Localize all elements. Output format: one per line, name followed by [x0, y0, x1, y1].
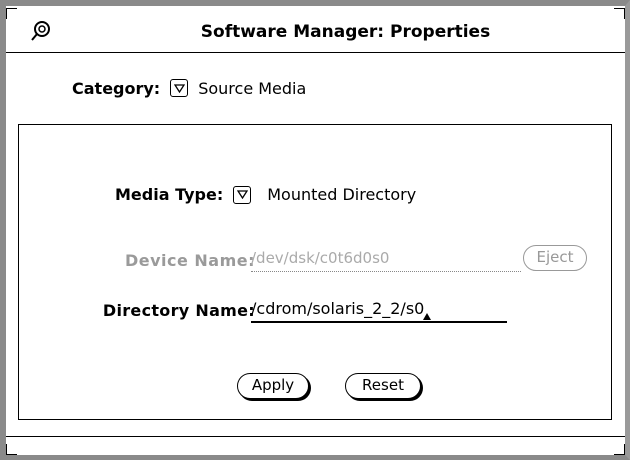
- text-caret-icon: [423, 313, 432, 320]
- directory-name-input[interactable]: /cdrom/solaris_2_2/s0: [251, 299, 507, 323]
- menu-triangle-icon: [236, 190, 248, 199]
- media-type-control: Media Type: Mounted Directory: [115, 185, 416, 204]
- category-label: Category:: [72, 78, 161, 98]
- resize-corner-bottom-left[interactable]: [6, 444, 17, 455]
- footer-divider: [6, 436, 625, 437]
- eject-button: Eject: [523, 245, 587, 271]
- category-value: Source Media: [198, 78, 307, 98]
- title-bar[interactable]: Software Manager: Properties: [6, 6, 625, 56]
- media-type-menu-button[interactable]: [233, 185, 252, 204]
- device-name-field: /dev/dsk/c0t6d0s0: [251, 249, 521, 272]
- category-control: Category: Source Media: [72, 76, 306, 100]
- window-title: Software Manager: Properties: [200, 22, 491, 42]
- menu-triangle-icon: [173, 83, 185, 93]
- category-menu-button[interactable]: [170, 79, 189, 97]
- directory-name-value: /cdrom/solaris_2_2/s0: [251, 299, 425, 318]
- reset-button[interactable]: Reset: [345, 373, 421, 399]
- source-media-panel: Media Type: Mounted Directory Device Nam…: [18, 124, 612, 420]
- device-name-label: Device Name:: [124, 251, 255, 270]
- properties-window: Software Manager: Properties Category: S…: [0, 0, 630, 460]
- resize-corner-bottom-right[interactable]: [614, 444, 625, 455]
- media-type-label: Media Type:: [115, 185, 224, 204]
- apply-button[interactable]: Apply: [237, 373, 309, 399]
- title-divider: [6, 52, 625, 53]
- directory-name-label: Directory Name:: [102, 301, 255, 320]
- media-type-value: Mounted Directory: [267, 185, 417, 204]
